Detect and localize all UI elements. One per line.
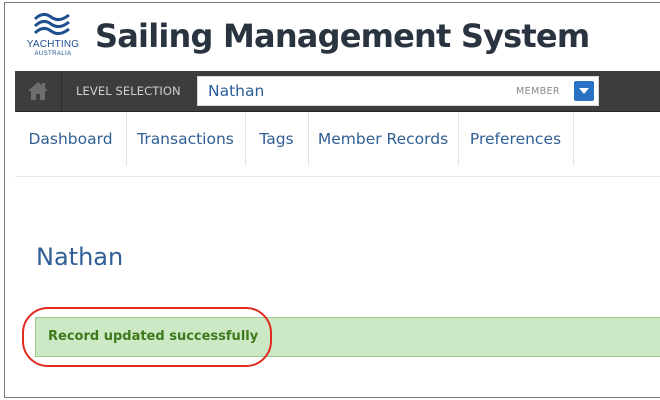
- success-message: Record updated successfully: [48, 329, 259, 344]
- home-button[interactable]: [15, 71, 62, 111]
- logo-subtext: AUSTRALIA: [34, 51, 72, 57]
- level-dropdown-button[interactable]: [574, 81, 594, 101]
- home-icon: [28, 82, 48, 100]
- level-selection-label: LEVEL SELECTION: [76, 84, 181, 98]
- page-title: Nathan: [36, 243, 124, 271]
- nav-dashboard[interactable]: Dashboard: [15, 112, 127, 166]
- app-title: Sailing Management System: [95, 17, 590, 55]
- level-type-label: MEMBER: [516, 86, 560, 97]
- nav-member-records[interactable]: Member Records: [308, 112, 459, 166]
- nav-tags[interactable]: Tags: [245, 112, 309, 166]
- success-alert: Record updated successfully: [35, 317, 660, 357]
- nav-transactions[interactable]: Transactions: [126, 112, 246, 166]
- nav-preferences[interactable]: Preferences: [458, 112, 574, 166]
- logo-text: YACHTING: [26, 39, 80, 50]
- wave-logo-icon: [33, 12, 70, 36]
- app-header: YACHTING AUSTRALIA Sailing Management Sy…: [5, 3, 660, 71]
- app-window: YACHTING AUSTRALIA Sailing Management Sy…: [4, 2, 660, 398]
- yachting-australia-logo[interactable]: YACHTING AUSTRALIA: [22, 9, 82, 63]
- chevron-down-icon: [579, 88, 589, 94]
- level-selection-bar: LEVEL SELECTION Nathan MEMBER: [15, 71, 660, 112]
- level-selection-input[interactable]: Nathan MEMBER: [197, 76, 599, 106]
- level-selection-value: Nathan: [208, 82, 265, 100]
- main-nav: Dashboard Transactions Tags Member Recor…: [15, 112, 660, 177]
